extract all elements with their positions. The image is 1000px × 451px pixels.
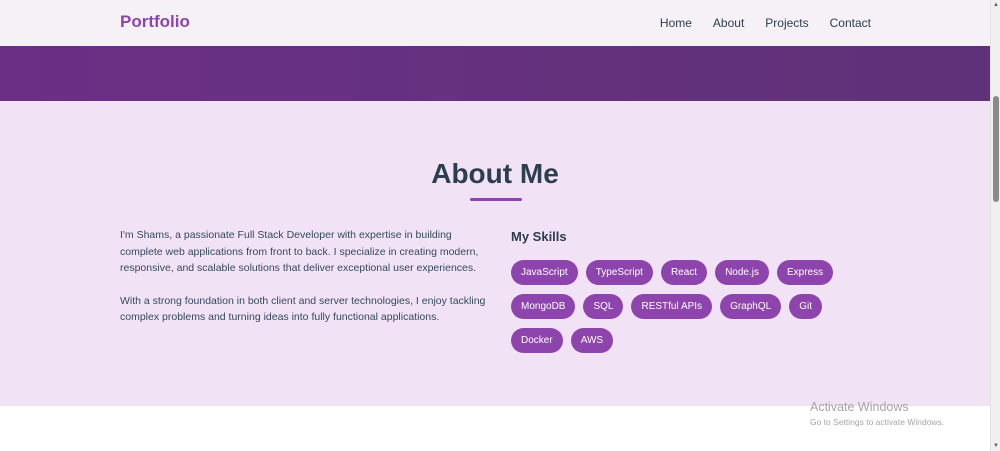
skill-tag-express[interactable]: Express [776,260,834,285]
title-underline [470,198,522,201]
skill-tag-react[interactable]: React [660,260,708,285]
skill-tag-javascript[interactable]: JavaScript [511,260,578,285]
skill-tag-docker[interactable]: Docker [511,328,563,353]
about-title: About Me [431,158,559,189]
scroll-up-arrow-icon[interactable]: ▲ [993,2,999,8]
nav-link-projects[interactable]: Projects [765,16,808,30]
skill-tag-graphql[interactable]: GraphQL [720,294,782,319]
scroll-thumb[interactable] [993,96,999,202]
activate-windows-watermark: Activate Windows Go to Settings to activ… [810,400,944,427]
nav-links: Home About Projects Contact [660,16,871,30]
scroll-down-arrow-icon[interactable]: ▼ [993,443,999,449]
navbar: Portfolio Home About Projects Contact [0,0,990,46]
nav-link-contact[interactable]: Contact [830,16,871,30]
skill-list: JavaScript TypeScript React Node.js Expr… [511,260,881,353]
skill-tag-aws[interactable]: AWS [570,328,614,353]
watermark-title: Activate Windows [810,400,909,414]
page: Portfolio Home About Projects Contact Ab… [0,0,1000,451]
nav-link-about[interactable]: About [713,16,744,30]
skill-tag-git[interactable]: Git [789,294,822,319]
skills-panel: My Skills JavaScript TypeScript React No… [511,229,891,353]
hero-band [0,46,990,101]
skill-tag-mongodb[interactable]: MongoDB [511,294,576,319]
brand-logo[interactable]: Portfolio [120,12,190,32]
watermark-subtitle: Go to Settings to activate Windows. [810,417,945,427]
skill-tag-sql[interactable]: SQL [583,294,624,319]
skills-title: My Skills [511,229,567,244]
nav-link-home[interactable]: Home [660,16,692,30]
vertical-scrollbar[interactable]: ▲ ▼ [990,0,1000,451]
about-text: I'm Shams, a passionate Full Stack Devel… [120,227,490,326]
about-paragraph-2: With a strong foundation in both client … [120,294,486,324]
skill-tag-restful-apis[interactable]: RESTful APIs [631,294,713,319]
about-section: About Me I'm Shams, a passionate Full St… [0,101,990,406]
skill-tag-nodejs[interactable]: Node.js [715,260,769,285]
about-paragraph-1: I'm Shams, a passionate Full Stack Devel… [120,229,479,275]
skill-tag-typescript[interactable]: TypeScript [585,260,653,285]
